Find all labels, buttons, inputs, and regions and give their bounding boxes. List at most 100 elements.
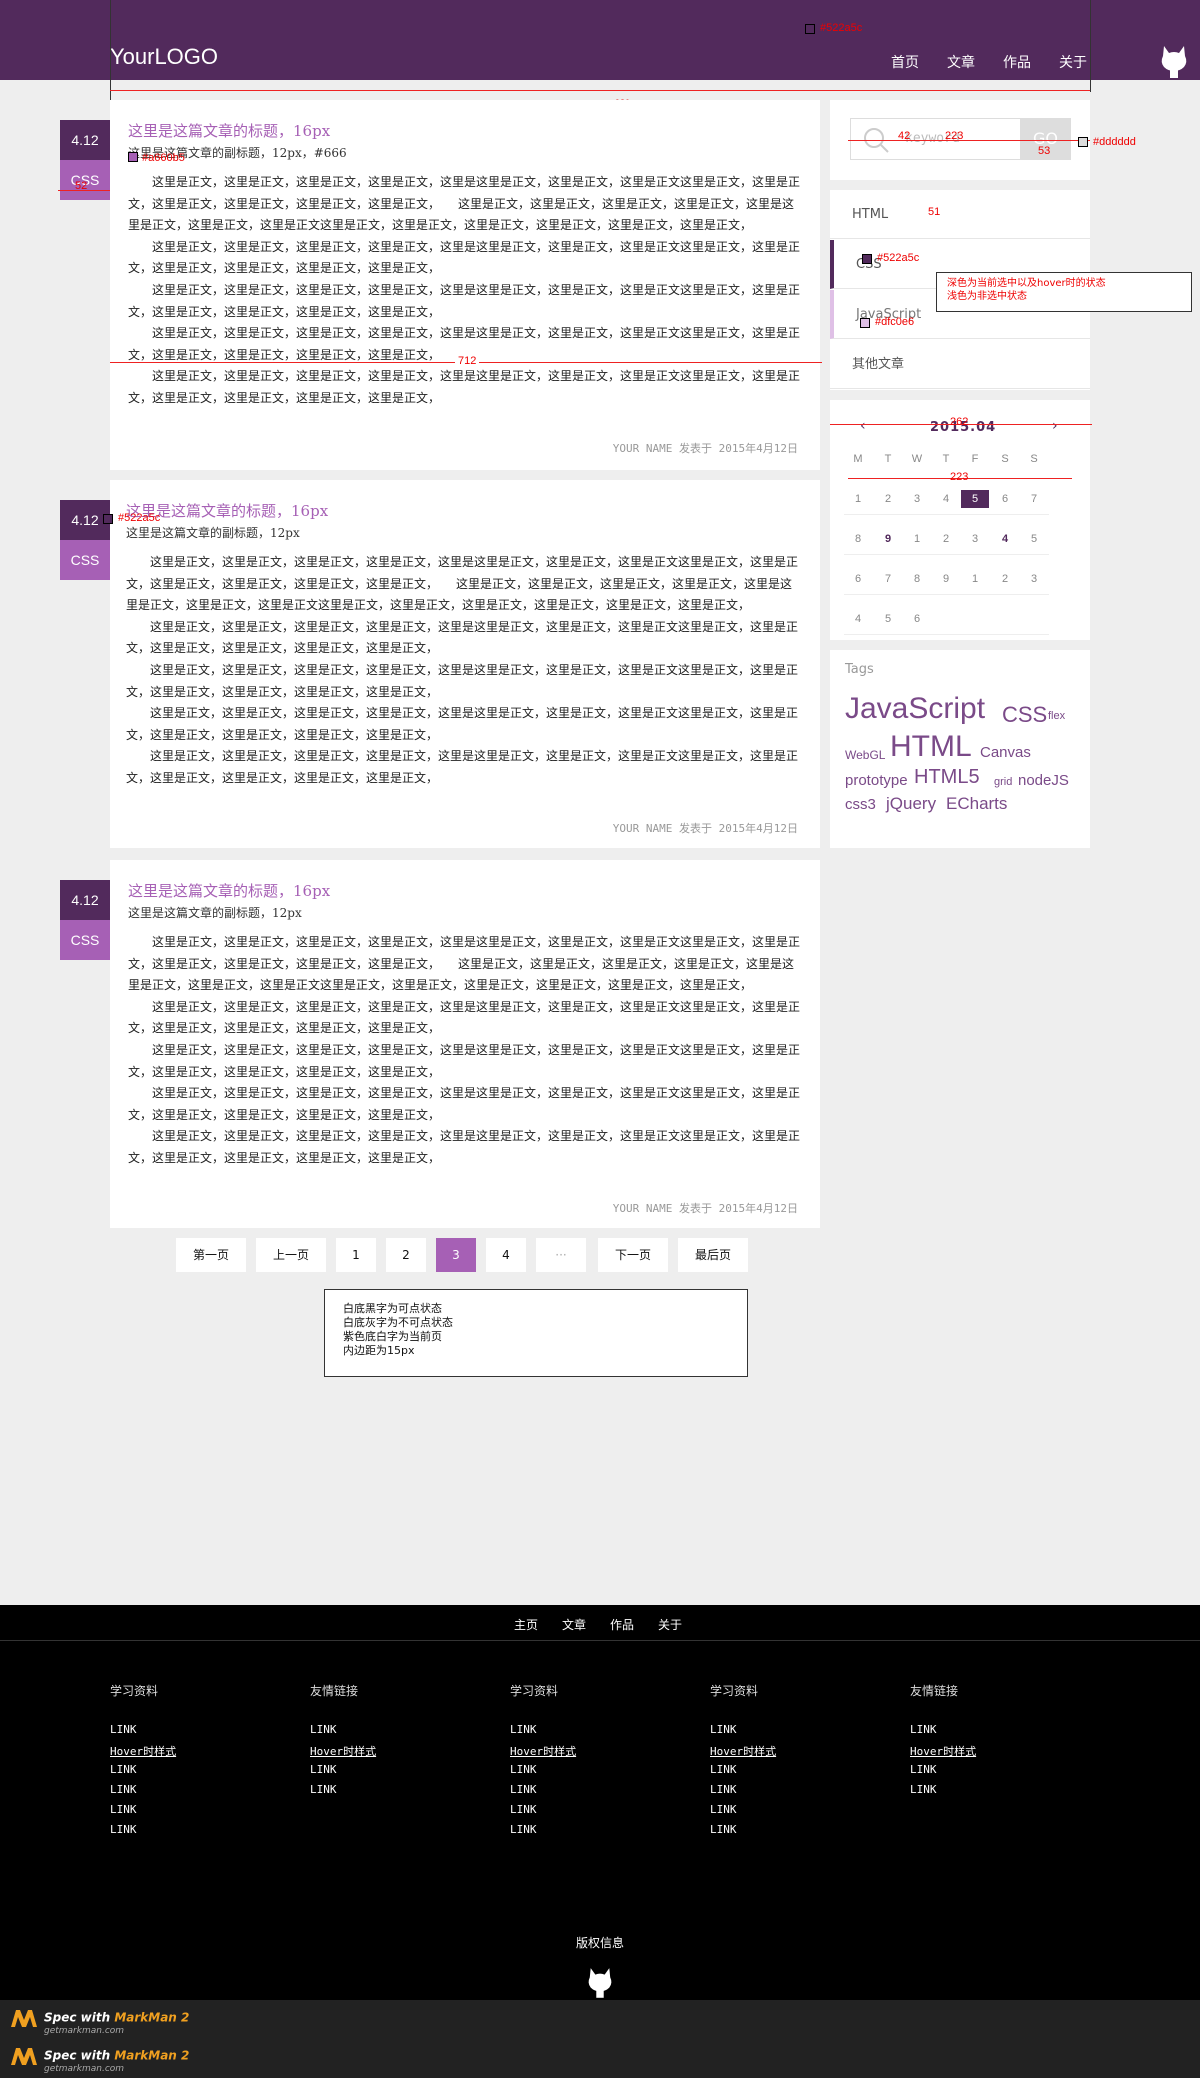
calendar-day[interactable]: 4 xyxy=(932,490,960,508)
calendar-day[interactable]: 7 xyxy=(1020,490,1048,508)
page-2-button[interactable]: 2 xyxy=(386,1238,426,1272)
tag-link[interactable]: CSS xyxy=(1002,702,1047,728)
footer-nav-bar xyxy=(0,1605,1200,1641)
tag-link[interactable]: nodeJS xyxy=(1018,772,1069,789)
calendar-day[interactable]: 6 xyxy=(903,610,931,628)
page-1-button[interactable]: 1 xyxy=(336,1238,376,1272)
footer-link[interactable]: Hover时样式 xyxy=(310,1743,376,1759)
calendar-day[interactable]: 5 xyxy=(874,610,902,628)
footer-link[interactable]: LINK xyxy=(110,1823,137,1836)
page-last-button[interactable]: 最后页 xyxy=(678,1238,748,1272)
page-3-current[interactable]: 3 xyxy=(436,1238,476,1272)
nav-articles[interactable]: 文章 xyxy=(947,52,975,72)
nav-about[interactable]: 关于 xyxy=(1059,52,1087,72)
github-icon[interactable] xyxy=(1160,44,1188,78)
tag-link[interactable]: ECharts xyxy=(946,794,1007,814)
swatch-active xyxy=(862,254,872,264)
page-next-button[interactable]: 下一页 xyxy=(598,1238,668,1272)
calendar-weekday: F xyxy=(971,453,979,465)
tag-link[interactable]: Canvas xyxy=(980,744,1031,761)
guide-search-width xyxy=(848,140,1090,141)
footer-link[interactable]: Hover时样式 xyxy=(510,1743,576,1759)
tag-link[interactable]: HTML5 xyxy=(914,766,980,789)
tag-link[interactable]: flex xyxy=(1048,710,1065,722)
footer-link[interactable]: LINK xyxy=(510,1723,537,1736)
footer-link[interactable]: LINK xyxy=(110,1723,137,1736)
footer-link[interactable]: Hover时样式 xyxy=(910,1743,976,1759)
github-icon[interactable] xyxy=(587,1965,613,1999)
calendar-day[interactable]: 2 xyxy=(932,530,960,548)
tag-link[interactable]: grid xyxy=(994,776,1012,788)
nav-home[interactable]: 首页 xyxy=(891,52,919,72)
footer-link[interactable]: LINK xyxy=(510,1803,537,1816)
tag-link[interactable]: JavaScript xyxy=(845,692,985,726)
swatch-purple xyxy=(805,24,815,34)
markman-badge: Spec with MarkMan 2 getmarkman.com xyxy=(10,2008,189,2036)
calendar-day[interactable]: 2 xyxy=(874,490,902,508)
guide-980 xyxy=(110,90,1090,91)
footer-link[interactable]: LINK xyxy=(310,1763,337,1776)
calendar-day[interactable]: 3 xyxy=(961,530,989,548)
footer-link[interactable]: LINK xyxy=(710,1823,737,1836)
footer-link[interactable]: LINK xyxy=(910,1763,937,1776)
note-line: 浅色为非选中状态 xyxy=(947,291,1027,302)
footer-link[interactable]: LINK xyxy=(710,1763,737,1776)
calendar-day[interactable]: 5 xyxy=(1020,530,1048,548)
footer-link[interactable]: LINK xyxy=(510,1763,537,1776)
tag-link[interactable]: prototype xyxy=(845,772,908,789)
footer-link[interactable]: LINK xyxy=(710,1783,737,1796)
category-item-html[interactable]: HTML xyxy=(830,190,1090,239)
footer-link[interactable]: Hover时样式 xyxy=(710,1743,776,1759)
calendar-day[interactable]: 9 xyxy=(932,570,960,588)
tag-link[interactable]: HTML xyxy=(890,730,972,764)
tag-link[interactable]: jQuery xyxy=(886,794,936,814)
nav-works[interactable]: 作品 xyxy=(1003,52,1031,72)
anno-purple: #522a5c xyxy=(820,22,863,34)
footer-link[interactable]: LINK xyxy=(110,1803,137,1816)
calendar-day[interactable]: 7 xyxy=(874,570,902,588)
category-item-other[interactable]: 其他文章 xyxy=(830,340,1090,389)
footer-nav-articles[interactable]: 文章 xyxy=(562,1616,586,1633)
page-first-button[interactable]: 第一页 xyxy=(176,1238,246,1272)
calendar-day[interactable]: 9 xyxy=(874,530,902,548)
page-prev-button[interactable]: 上一页 xyxy=(256,1238,326,1272)
calendar-day[interactable]: 4 xyxy=(991,530,1019,548)
tag-link[interactable]: css3 xyxy=(845,796,876,813)
footer-nav-about[interactable]: 关于 xyxy=(658,1616,682,1633)
tag-link[interactable]: WebGL xyxy=(845,748,885,762)
calendar-day[interactable]: 8 xyxy=(844,530,872,548)
calendar-day[interactable]: 4 xyxy=(844,610,872,628)
calendar-day[interactable]: 6 xyxy=(991,490,1019,508)
footer-link[interactable]: LINK xyxy=(710,1803,737,1816)
markman-brand: MarkMan 2 xyxy=(114,2010,190,2025)
calendar-day[interactable]: 1 xyxy=(844,490,872,508)
calendar-day[interactable]: 8 xyxy=(903,570,931,588)
footer-link[interactable]: LINK xyxy=(310,1723,337,1736)
footer-link[interactable]: Hover时样式 xyxy=(110,1743,176,1759)
calendar-day[interactable]: 1 xyxy=(903,530,931,548)
post-category-badge[interactable]: CSS xyxy=(60,920,110,960)
footer-nav-works[interactable]: 作品 xyxy=(610,1616,634,1633)
calendar-day[interactable]: 1 xyxy=(961,570,989,588)
calendar-day[interactable]: 6 xyxy=(844,570,872,588)
footer-link[interactable]: LINK xyxy=(110,1783,137,1796)
footer-link[interactable]: LINK xyxy=(710,1723,737,1736)
footer-link[interactable]: LINK xyxy=(110,1763,137,1776)
footer-link[interactable]: LINK xyxy=(310,1783,337,1796)
page-4-button[interactable]: 4 xyxy=(486,1238,526,1272)
post-category-badge[interactable]: CSS xyxy=(60,540,110,580)
post-title[interactable]: 这里是这篇文章的标题，16px xyxy=(128,880,330,901)
footer-nav-home[interactable]: 主页 xyxy=(514,1616,538,1633)
calendar-day[interactable]: 3 xyxy=(1020,570,1048,588)
tags-panel: Tags JavaScript CSS flex WebGL HTML Canv… xyxy=(830,650,1090,848)
footer-link[interactable]: LINK xyxy=(910,1783,937,1796)
site-logo[interactable]: YourLOGO xyxy=(110,44,218,70)
calendar-day[interactable]: 3 xyxy=(903,490,931,508)
calendar-day[interactable]: 2 xyxy=(991,570,1019,588)
post-card: 这里是这篇文章的标题，16px 这里是这篇文章的副标题，12px，#666 这里… xyxy=(110,100,820,470)
footer-link[interactable]: LINK xyxy=(510,1823,537,1836)
post-title[interactable]: 这里是这篇文章的标题，16px xyxy=(128,120,330,141)
footer-link[interactable]: LINK xyxy=(910,1723,937,1736)
calendar-day-selected[interactable]: 5 xyxy=(961,490,989,508)
footer-link[interactable]: LINK xyxy=(510,1783,537,1796)
